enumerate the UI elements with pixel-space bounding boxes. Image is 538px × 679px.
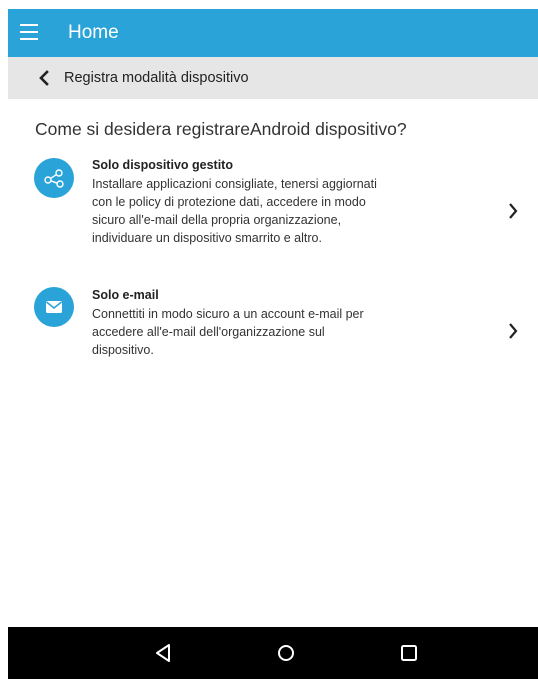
app-bar: Home	[8, 9, 538, 57]
page-header-bar[interactable]: Registra modalità dispositivo	[8, 57, 538, 99]
option-description-line: Installare applicazioni consigliate, ten…	[92, 177, 377, 191]
option-email-only[interactable]: Solo e-mail Connettiti in modo sicuro a …	[8, 280, 538, 375]
nav-back-triangle-icon[interactable]	[152, 641, 176, 665]
option-description-line: dispositivo.	[92, 343, 154, 357]
option-description-line: Connettiti in modo sicuro a un account e…	[92, 307, 364, 321]
envelope-icon	[34, 287, 74, 327]
system-navigation-bar	[8, 627, 538, 679]
nav-home-circle-icon[interactable]	[274, 641, 298, 665]
chevron-right-icon[interactable]	[506, 201, 520, 221]
option-title: Solo e-mail	[92, 288, 159, 302]
option-description-line: individuare un dispositivo smarrito e al…	[92, 231, 322, 245]
app-screen: Home Registra modalità dispositivo Come …	[8, 0, 538, 679]
nav-recents-square-icon[interactable]	[397, 641, 421, 665]
option-description: Connettiti in modo sicuro a un account e…	[92, 305, 442, 359]
app-title: Home	[68, 22, 119, 43]
enrollment-question: Come si desidera registrareAndroid dispo…	[35, 119, 407, 139]
hamburger-menu-icon[interactable]	[20, 24, 38, 40]
option-description-line: con le policy di protezione dati, accede…	[92, 195, 366, 209]
chevron-right-icon[interactable]	[506, 321, 520, 341]
option-title: Solo dispositivo gestito	[92, 158, 233, 172]
chevron-left-icon[interactable]	[38, 70, 50, 86]
share-icon	[34, 158, 74, 198]
option-description-line: accedere all'e-mail dell'organizzazione …	[92, 325, 325, 339]
page-title: Registra modalità dispositivo	[64, 70, 249, 86]
option-description: Installare applicazioni consigliate, ten…	[92, 175, 442, 247]
option-managed-device[interactable]: Solo dispositivo gestito Installare appl…	[8, 150, 538, 260]
option-description-line: sicuro all'e-mail della propria organizz…	[92, 213, 342, 227]
